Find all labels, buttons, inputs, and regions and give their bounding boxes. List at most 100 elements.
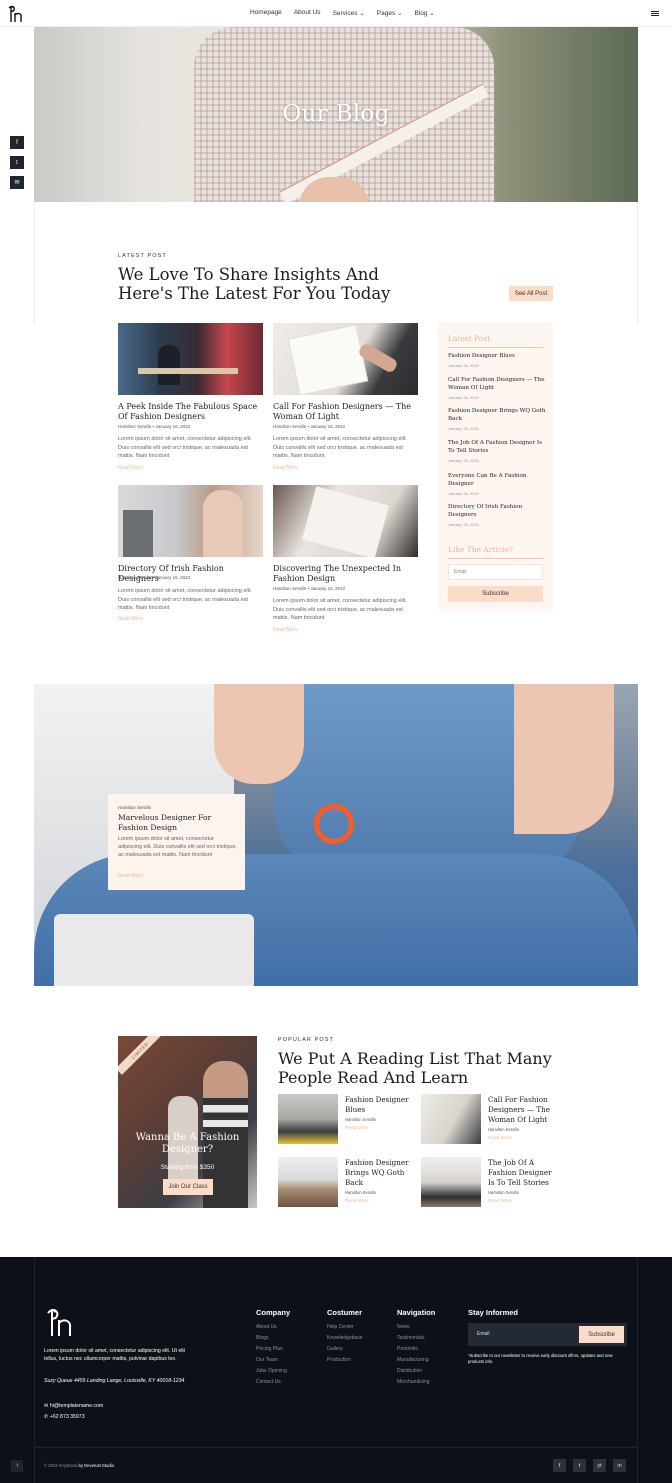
- footer-link[interactable]: Testimonials: [397, 1335, 425, 1341]
- copyright: © 2022 Keyshana by Deverust Studio: [44, 1463, 114, 1468]
- card-title[interactable]: Call For Fashion Designers — The Woman O…: [273, 402, 418, 422]
- footer-link[interactable]: Production: [327, 1357, 351, 1363]
- footer-link[interactable]: Our Team: [256, 1357, 278, 1363]
- chevron-down-icon: ⌄: [397, 10, 403, 17]
- read-more-link[interactable]: Read More: [118, 873, 143, 879]
- popular-title-line: People Read And Learn: [278, 1068, 469, 1087]
- card-title[interactable]: Directory Of Irish Fashion Designers: [118, 564, 263, 584]
- chevron-down-icon: ⌄: [429, 10, 435, 17]
- like-article-heading: Like The Article?: [448, 545, 513, 554]
- nav-blog[interactable]: Blog ⌄: [414, 9, 434, 17]
- footer-link[interactable]: Portofolio: [397, 1346, 418, 1352]
- card-title[interactable]: A Peek Inside The Fabulous Space Of Fash…: [118, 402, 263, 422]
- footer-link[interactable]: Distribution: [397, 1368, 422, 1374]
- read-more-link[interactable]: Read More: [118, 616, 143, 622]
- sidebar-post-link[interactable]: Fashion Designer Brings WQ Goth Back: [448, 408, 546, 424]
- linkedin-icon[interactable]: in: [613, 1459, 626, 1472]
- footer-link[interactable]: Help Center: [327, 1324, 354, 1330]
- read-more-link[interactable]: Read More: [345, 1126, 369, 1131]
- popular-post-image[interactable]: [421, 1094, 481, 1144]
- sidebar-post-link[interactable]: Everyone Can Be A Fashion Designer: [448, 473, 546, 489]
- brand-logo[interactable]: [6, 4, 28, 24]
- footer-address: Suzy Queue 4455 Landing Lange, Louisvill…: [44, 1378, 185, 1384]
- sidebar-post-link[interactable]: Directory Of Irish Fashion Designers: [448, 504, 546, 520]
- sidebar-post-date: January 16, 2022: [448, 426, 479, 431]
- footer-link[interactable]: Gallery: [327, 1346, 343, 1352]
- email-icon[interactable]: ✉: [10, 176, 24, 189]
- footer-link[interactable]: Merchandising: [397, 1379, 430, 1385]
- image-detail: [302, 486, 389, 557]
- popular-post-title[interactable]: Call For Fashion Designers — The Woman O…: [488, 1095, 558, 1125]
- sidebar-post-link[interactable]: The Job Of A Fashion Designer Is To Tell…: [448, 440, 546, 456]
- hero-title: Our Blog: [282, 101, 390, 127]
- see-all-post-button[interactable]: See All Post: [509, 286, 553, 301]
- card-image[interactable]: [273, 485, 418, 557]
- footer-link[interactable]: Knowledgebase: [327, 1335, 363, 1341]
- sidebar-email-input[interactable]: Email: [448, 564, 543, 580]
- twitter-icon[interactable]: t: [573, 1459, 586, 1472]
- nav-homepage[interactable]: Homepage: [250, 9, 282, 17]
- footer-link[interactable]: Blogs: [256, 1335, 269, 1341]
- phone-icon: ✆: [44, 1414, 49, 1420]
- footer-link[interactable]: Pricing Plan: [256, 1346, 283, 1352]
- popular-post-title[interactable]: Fashion Designer Brings WQ Goth Back: [345, 1158, 415, 1188]
- footer-email[interactable]: ✉ hi@templatename.com: [44, 1403, 103, 1411]
- sidebar-heading: Latest Post: [448, 334, 491, 343]
- latest-title: We Love To Share Insights And Here's The…: [118, 265, 478, 303]
- sidebar-subscribe-button[interactable]: Subscribe: [448, 586, 543, 602]
- popular-post-title[interactable]: The Job Of A Fashion Designer Is To Tell…: [488, 1158, 558, 1188]
- menu-icon[interactable]: [651, 11, 659, 16]
- footer-link[interactable]: About Us: [256, 1324, 277, 1330]
- sidebar-post-link[interactable]: Fashion Designer Blues: [448, 353, 546, 361]
- divider: [34, 1257, 35, 1483]
- popular-post-image[interactable]: [278, 1157, 338, 1207]
- card-excerpt: Lorem ipsum dolor sit amet, consectetur …: [273, 436, 407, 459]
- divider: [34, 1447, 638, 1448]
- footer-link[interactable]: Contact Us: [256, 1379, 281, 1385]
- newsletter-email-input[interactable]: Email: [477, 1331, 490, 1337]
- sidebar-post-link[interactable]: Call For Fashion Designers — The Woman O…: [448, 377, 546, 393]
- card-meta: Hamilton Serafin • January 16, 2022: [118, 424, 191, 429]
- newsletter-subscribe-button[interactable]: Subscribe: [579, 1326, 624, 1343]
- read-more-link[interactable]: Read More: [488, 1136, 512, 1141]
- footer-logo[interactable]: [44, 1306, 78, 1340]
- divider: [448, 558, 543, 559]
- nav-pages[interactable]: Pages ⌄: [377, 9, 403, 17]
- youtube-icon[interactable]: yt: [593, 1459, 606, 1472]
- footer-phone[interactable]: ✆ +62 873 35973: [44, 1414, 85, 1422]
- facebook-icon[interactable]: f: [553, 1459, 566, 1472]
- nav-services[interactable]: Services ⌄: [333, 9, 365, 17]
- twitter-icon[interactable]: t: [10, 156, 24, 169]
- join-class-button[interactable]: Join Our Class: [163, 1179, 213, 1195]
- nav-about-us[interactable]: About Us: [294, 9, 321, 17]
- credit-link[interactable]: by Deverust Studio: [79, 1463, 114, 1468]
- read-more-link[interactable]: Read More: [273, 627, 298, 633]
- popular-post-title[interactable]: Fashion Designer Blues: [345, 1095, 415, 1115]
- facebook-icon[interactable]: f: [10, 136, 24, 149]
- footer-link[interactable]: Manufacturing: [397, 1357, 429, 1363]
- footer-link[interactable]: News: [397, 1324, 410, 1330]
- scroll-top-icon[interactable]: ↑: [11, 1460, 23, 1472]
- footer: Lorem ipsum dolor sit amet, consectetur …: [0, 1257, 672, 1483]
- sidebar-post-date: January 16, 2022: [448, 522, 479, 527]
- divider: [34, 202, 35, 324]
- popular-post-image[interactable]: [278, 1094, 338, 1144]
- popular-title: We Put A Reading List That Many People R…: [278, 1049, 568, 1087]
- hero-banner: Our Blog: [34, 27, 638, 202]
- footer-link[interactable]: Jobs Opening: [256, 1368, 287, 1374]
- popular-post-author: Hamilton Serafin: [345, 1190, 376, 1195]
- read-more-link[interactable]: Read More: [118, 465, 143, 471]
- card-meta: Hamilton Serafin • January 16, 2022: [273, 586, 346, 591]
- popular-post-image[interactable]: [421, 1157, 481, 1207]
- read-more-link[interactable]: Read More: [273, 465, 298, 471]
- card-image[interactable]: [118, 323, 263, 395]
- card-image[interactable]: [273, 323, 418, 395]
- card-image[interactable]: [118, 485, 263, 557]
- read-more-link[interactable]: Read More: [345, 1199, 369, 1204]
- copyright-text: © 2022 Keyshana: [44, 1463, 78, 1468]
- popular-post-author: Hamilton Serafin: [345, 1117, 376, 1122]
- footer-newsletter-heading: Stay Informed: [468, 1308, 519, 1317]
- card-title[interactable]: Discovering The Unexpected In Fashion De…: [273, 564, 418, 584]
- featured-post-title[interactable]: Marvelous Designer For Fashion Design: [118, 813, 228, 833]
- read-more-link[interactable]: Read More: [488, 1199, 512, 1204]
